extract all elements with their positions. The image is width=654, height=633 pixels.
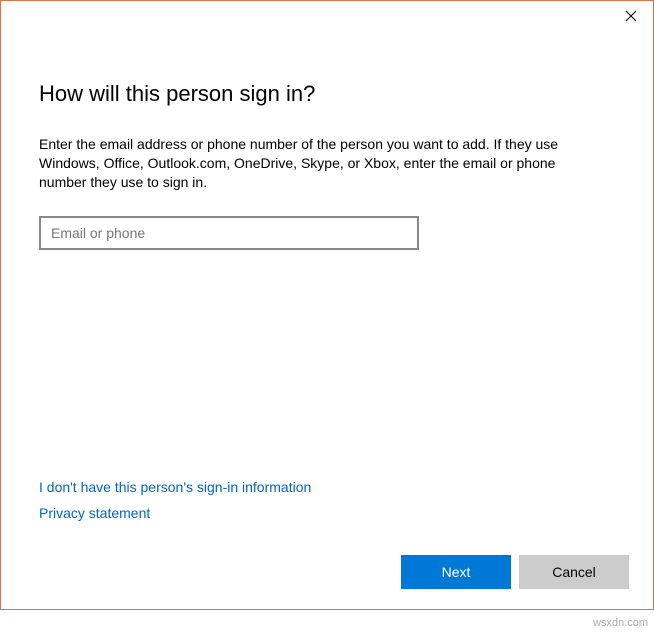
- dialog-description: Enter the email address or phone number …: [39, 135, 599, 192]
- dialog-title: How will this person sign in?: [39, 81, 615, 107]
- add-user-dialog: How will this person sign in? Enter the …: [0, 0, 654, 610]
- close-button[interactable]: [608, 1, 653, 31]
- no-sign-in-info-link[interactable]: I don't have this person's sign-in infor…: [39, 479, 311, 495]
- email-or-phone-input[interactable]: [39, 216, 419, 250]
- input-container: [39, 216, 419, 250]
- close-icon: [625, 10, 637, 22]
- next-button[interactable]: Next: [401, 555, 511, 589]
- links-section: I don't have this person's sign-in infor…: [39, 479, 311, 531]
- cancel-button[interactable]: Cancel: [519, 555, 629, 589]
- dialog-content: How will this person sign in? Enter the …: [1, 1, 653, 250]
- watermark-text: wsxdn.com: [593, 617, 648, 629]
- button-row: Next Cancel: [401, 555, 629, 589]
- privacy-statement-link[interactable]: Privacy statement: [39, 505, 311, 521]
